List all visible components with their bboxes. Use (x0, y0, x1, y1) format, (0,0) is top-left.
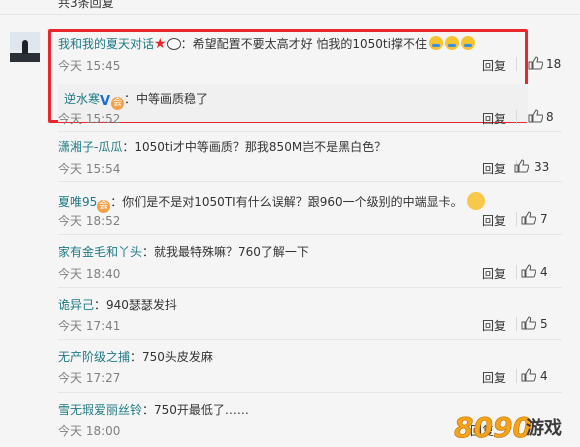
member-badge-icon: 会 (111, 97, 125, 110)
main-comment-reply-button[interactable]: 回复 (482, 57, 506, 74)
watermark-text: 游戏 (526, 417, 562, 439)
comment-text: ：你们是不是对1050TI有什么误解？跟960一个级别的中端显卡。 (110, 195, 463, 209)
thumbs-up-icon[interactable] (528, 56, 543, 70)
thumbs-up-icon[interactable] (528, 109, 543, 123)
thumbs-up-icon[interactable] (514, 159, 529, 173)
header-divider (0, 14, 580, 15)
action-separator (516, 57, 517, 71)
comment-text: ：940瑟瑟发抖 (94, 298, 177, 312)
comment-time: 今天 17:27 (58, 371, 121, 385)
comment-username[interactable]: 潇湘子-瓜瓜 (58, 140, 122, 154)
comment-username[interactable]: 雪无瑕爱丽丝铃 (58, 403, 142, 417)
thumbs-up-icon[interactable] (521, 368, 536, 382)
star-icon: ★ (154, 36, 167, 52)
reply-button[interactable]: 回复 (482, 265, 506, 282)
like-count: 4 (540, 369, 548, 383)
comment-text: ：就我最特殊嘛？760了解一下 (142, 245, 309, 259)
comment-time: 今天 18:40 (58, 267, 121, 281)
like-count: 4 (540, 265, 548, 279)
comment-username[interactable]: 家有金毛和丫头 (58, 245, 142, 259)
comment-time: 今天 15:54 (58, 162, 121, 176)
comment-username[interactable]: 夏唯95 (58, 195, 97, 209)
panda-icon (166, 38, 181, 50)
site-watermark-logo: 8090 游戏 (454, 411, 562, 441)
sub-reply: 逆水寒V 会：中等画质稳了 (64, 90, 209, 110)
sub-reply-username[interactable]: 逆水寒 (64, 92, 100, 106)
sub-reply-reply-button[interactable]: 回复 (482, 110, 506, 127)
main-comment-time: 今天 15:45 (58, 59, 121, 73)
laugh-cry-emoji-icon (460, 36, 475, 50)
action-separator (516, 110, 517, 124)
main-comment-username[interactable]: 我和我的夏天对话 (58, 37, 154, 51)
comment-text: ：750开最低了…… (142, 403, 249, 417)
like-count: 33 (534, 160, 550, 174)
divider (58, 287, 562, 288)
comment-username[interactable]: 诡异己 (58, 298, 94, 312)
list-item: 诡异己：940瑟瑟发抖 (58, 296, 177, 313)
thumbs-up-icon[interactable] (521, 211, 536, 225)
divider (58, 131, 562, 132)
sub-reply-time: 今天 15:52 (58, 112, 121, 126)
list-item: 无产阶级之捕：750头皮发麻 (58, 348, 213, 365)
main-comment-text: ：希望配置不要太高才好 怕我的1050ti撑不住 (180, 37, 427, 51)
comment-username[interactable]: 无产阶级之捕 (58, 350, 130, 364)
comment-time: 今天 18:52 (58, 214, 121, 228)
like-count: 5 (540, 317, 548, 331)
main-comment: 我和我的夏天对话★ ：希望配置不要太高才好 怕我的1050ti撑不住 (58, 34, 475, 52)
comment-panel: 共3条回复 我和我的夏天对话★ ：希望配置不要太高才好 怕我的1050ti撑不住 … (0, 0, 580, 447)
divider (58, 181, 562, 182)
comment-time: 今天 18:00 (58, 424, 121, 438)
reply-count-header[interactable]: 共3条回复 (58, 0, 114, 11)
thumbs-up-icon[interactable] (521, 316, 536, 330)
action-separator (516, 369, 517, 383)
avatar[interactable] (10, 32, 40, 62)
thumbs-up-icon[interactable] (521, 264, 536, 278)
comment-text: ：1050ti才中等画质？那我850M岂不是黑白色？ (122, 140, 387, 154)
list-item: 潇湘子-瓜瓜：1050ti才中等画质？那我850M岂不是黑白色？ (58, 138, 386, 155)
list-item: 雪无瑕爱丽丝铃：750开最低了…… (58, 401, 249, 418)
comment-time: 今天 17:41 (58, 319, 121, 333)
like-count: 7 (540, 212, 548, 226)
reply-button[interactable]: 回复 (482, 317, 506, 334)
divider (58, 234, 562, 235)
laugh-cry-emoji-icon (444, 36, 459, 50)
reply-button[interactable]: 回复 (482, 369, 506, 386)
action-separator (516, 317, 517, 331)
sub-reply-text: ：中等画质稳了 (124, 92, 209, 106)
thinking-emoji-icon (466, 192, 485, 210)
comment-text: ：750头皮发麻 (130, 350, 213, 364)
divider (58, 339, 562, 340)
list-item: 家有金毛和丫头：就我最特殊嘛？760了解一下 (58, 243, 309, 260)
verified-v-icon: V (100, 94, 111, 109)
action-separator (516, 212, 517, 226)
divider (58, 392, 562, 393)
sub-reply-like-count: 8 (546, 110, 554, 124)
reply-button[interactable]: 回复 (482, 160, 506, 177)
list-item: 夏唯95 会：你们是不是对1050TI有什么误解？跟960一个级别的中端显卡。 (58, 188, 485, 213)
reply-button[interactable]: 回复 (482, 212, 506, 229)
main-comment-like-count: 18 (546, 57, 562, 71)
laugh-cry-emoji-icon (428, 36, 443, 50)
watermark-number: 8090 (454, 411, 532, 441)
action-separator (516, 265, 517, 279)
